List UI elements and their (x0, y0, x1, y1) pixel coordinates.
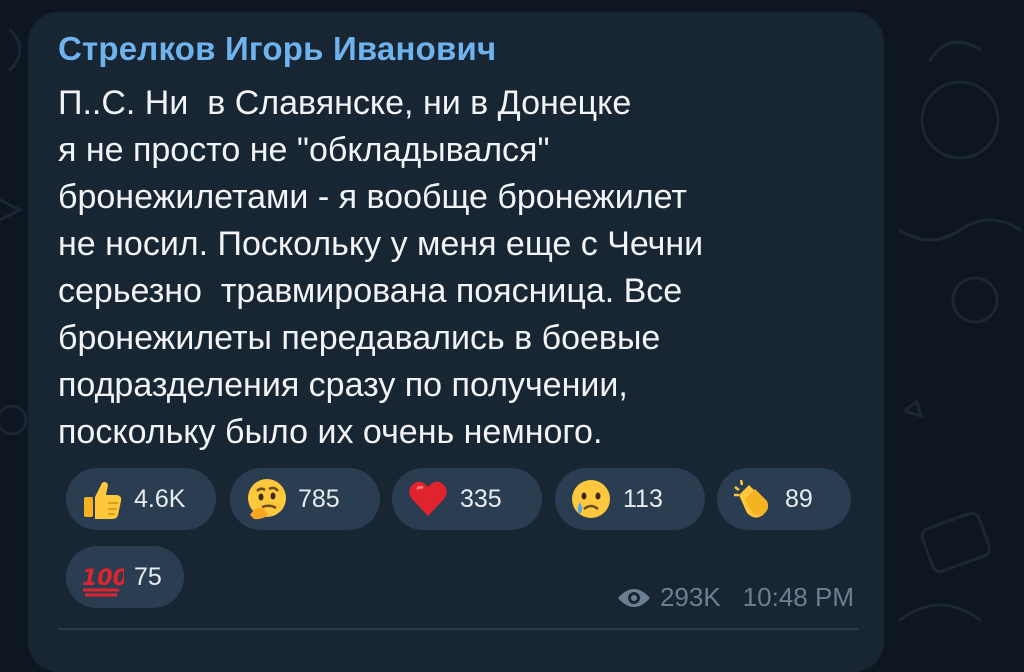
thinking-face-icon (248, 479, 286, 520)
message-line: подразделения сразу по получении, (58, 366, 628, 404)
message-line: бронежилетами - я вообще бронежилет (58, 178, 687, 216)
thumbs-up-icon (84, 481, 122, 519)
reaction-hundred-button[interactable]: 100 75 (66, 546, 184, 608)
clapping-hands-icon (734, 479, 769, 518)
message-meta: 293K 10:48 PM (616, 582, 854, 613)
message-line: я не просто не "обкладывался" (58, 131, 550, 169)
reaction-count: 335 (460, 484, 502, 513)
reaction-count: 785 (298, 484, 340, 513)
sender-name[interactable]: Стрелков Игорь Иванович (58, 30, 496, 68)
message-line: не носил. Поскольку у меня еще с Чечни (58, 225, 704, 263)
crying-face-icon (572, 480, 610, 518)
message-line: серьезно травмирована поясница. Все (58, 272, 683, 310)
bubble-divider (58, 628, 858, 630)
message-line: бронежилеты передавались в боевые (58, 319, 661, 357)
reaction-count: 4.6K (134, 484, 186, 513)
reaction-count: 75 (134, 562, 162, 591)
reaction-thinking-button[interactable]: 785 (230, 468, 380, 530)
red-heart-icon (409, 481, 447, 516)
reaction-crying-button[interactable]: 113 (555, 468, 705, 530)
reaction-heart-button[interactable]: 335 (392, 468, 542, 530)
hundred-points-icon: 100 (82, 566, 124, 597)
reaction-thumbs-up-button[interactable]: 4.6K (66, 468, 216, 530)
eye-icon (617, 588, 650, 607)
reaction-count: 89 (785, 484, 813, 513)
reaction-clap-button[interactable]: 89 (717, 468, 851, 530)
message-text: П..С. Ни в Славянске, ни в Донецке я не … (58, 80, 858, 456)
message-time: 10:48 PM (742, 582, 854, 612)
message-line: поскольку было их очень немного. (58, 413, 603, 451)
message-line: П..С. Ни в Славянске, ни в Донецке (58, 84, 632, 122)
views-count: 293K (659, 582, 721, 612)
svg-text:100: 100 (82, 566, 124, 591)
reaction-count: 113 (623, 484, 663, 513)
